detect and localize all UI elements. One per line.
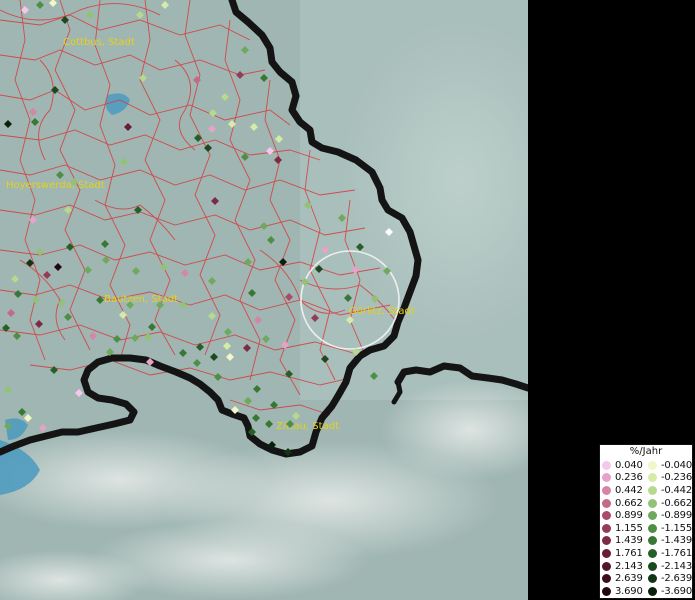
legend-value: 3.690 — [615, 585, 643, 597]
legend-entry-positive: 0.236 — [600, 472, 646, 483]
legend-entry-negative: -1.761 — [646, 548, 692, 559]
legend-row: 1.761 -1.761 — [600, 547, 692, 560]
legend-row: 0.899 -0.899 — [600, 509, 692, 522]
legend-value: -1.439 — [660, 535, 692, 547]
legend-swatch — [602, 523, 611, 533]
legend-value: -2.639 — [660, 573, 692, 585]
label-zittau: Zittau, Stadt — [276, 421, 339, 432]
legend-value: -3.690 — [660, 585, 692, 597]
map-canvas[interactable]: Cottbus, Stadt Hoyerswerda, Stadt Bautze… — [0, 0, 528, 600]
legend-swatch — [647, 460, 657, 470]
legend-row: 1.439 -1.439 — [600, 535, 692, 548]
legend-entry-positive: 0.662 — [600, 498, 646, 509]
legend-row: 0.236 -0.236 — [600, 472, 692, 485]
legend-entry-negative: -2.639 — [646, 573, 692, 584]
legend-entry-negative: -0.236 — [646, 472, 692, 483]
legend-entry-negative: -2.143 — [646, 561, 692, 572]
legend-value: 0.662 — [615, 497, 643, 509]
legend-rows: 0.040 -0.040 0.236 -0.236 0.442 -0.442 0.662 -0… — [600, 459, 692, 598]
legend-entry-positive: 0.899 — [600, 510, 646, 521]
legend-row: 1.155 -1.155 — [600, 522, 692, 535]
map-view[interactable]: Cottbus, Stadt Hoyerswerda, Stadt Bautze… — [0, 0, 528, 600]
label-goerlitz: Görlitz, Stadt — [349, 306, 415, 317]
legend-swatch — [602, 511, 611, 521]
legend-row: 3.690 -3.690 — [600, 585, 692, 598]
label-cottbus: Cottbus, Stadt — [63, 37, 135, 48]
legend-swatch — [647, 536, 657, 546]
legend-row: 0.040 -0.040 — [600, 459, 692, 472]
legend-title: %/Jahr — [629, 446, 663, 457]
legend-swatch — [647, 561, 657, 571]
legend-value: 0.899 — [615, 510, 643, 522]
legend-entry-negative: -0.040 — [646, 460, 692, 471]
legend-value: -0.236 — [660, 472, 692, 484]
legend-swatch — [647, 523, 657, 533]
label-bautzen: Bautzen, Stadt — [104, 294, 178, 305]
legend-entry-positive: 0.442 — [600, 485, 646, 496]
legend-entry-negative: -1.439 — [646, 535, 692, 546]
legend-value: -1.761 — [660, 547, 692, 559]
legend-entry-negative: -0.899 — [646, 510, 692, 521]
legend-entry-positive: 2.143 — [600, 561, 646, 572]
legend-entry-positive: 2.639 — [600, 573, 646, 584]
legend-value: -2.143 — [660, 560, 692, 572]
legend-entry-negative: -1.155 — [646, 523, 692, 534]
legend-swatch — [602, 485, 611, 495]
legend-value: -0.040 — [660, 459, 692, 471]
legend-value: 1.155 — [615, 522, 643, 534]
legend-entry-positive: 1.439 — [600, 535, 646, 546]
legend-swatch — [602, 473, 611, 483]
legend-value: 1.439 — [615, 535, 643, 547]
legend-value: -1.155 — [660, 522, 692, 534]
legend-swatch — [647, 574, 657, 584]
legend-value: -0.899 — [660, 510, 692, 522]
legend-entry-positive: 3.690 — [600, 586, 646, 597]
legend-entry-positive: 1.761 — [600, 548, 646, 559]
legend-value: 0.040 — [615, 459, 643, 471]
legend-row: 0.442 -0.442 — [600, 484, 692, 497]
legend-entry-negative: -0.442 — [646, 485, 692, 496]
legend-swatch — [647, 473, 657, 483]
legend-swatch — [602, 561, 611, 571]
legend-entry-negative: -0.662 — [646, 498, 692, 509]
legend-swatch — [647, 485, 657, 495]
legend-value: 2.639 — [615, 573, 643, 585]
legend-value: 0.442 — [615, 484, 643, 496]
legend-row: 2.143 -2.143 — [600, 560, 692, 573]
legend: %/Jahr 0.040 -0.040 0.236 -0.236 0.442 -0.442… — [599, 444, 693, 599]
legend-swatch — [602, 548, 611, 558]
legend-value: 2.143 — [615, 560, 643, 572]
legend-value: 0.236 — [615, 472, 643, 484]
legend-value: -0.442 — [660, 484, 692, 496]
legend-swatch — [647, 511, 657, 521]
label-hoyerswerda: Hoyerswerda, Stadt — [6, 180, 105, 191]
legend-entry-positive: 0.040 — [600, 460, 646, 471]
legend-swatch — [647, 498, 657, 508]
legend-swatch — [602, 460, 611, 470]
legend-entry-positive: 1.155 — [600, 523, 646, 534]
legend-swatch — [647, 586, 657, 596]
legend-swatch — [602, 498, 611, 508]
legend-row: 2.639 -2.639 — [600, 572, 692, 585]
legend-value: -0.662 — [660, 497, 692, 509]
legend-swatch — [602, 586, 611, 596]
legend-swatch — [602, 536, 611, 546]
legend-swatch — [647, 548, 657, 558]
legend-swatch — [602, 574, 611, 584]
legend-entry-negative: -3.690 — [646, 586, 692, 597]
legend-row: 0.662 -0.662 — [600, 497, 692, 510]
legend-value: 1.761 — [615, 547, 643, 559]
